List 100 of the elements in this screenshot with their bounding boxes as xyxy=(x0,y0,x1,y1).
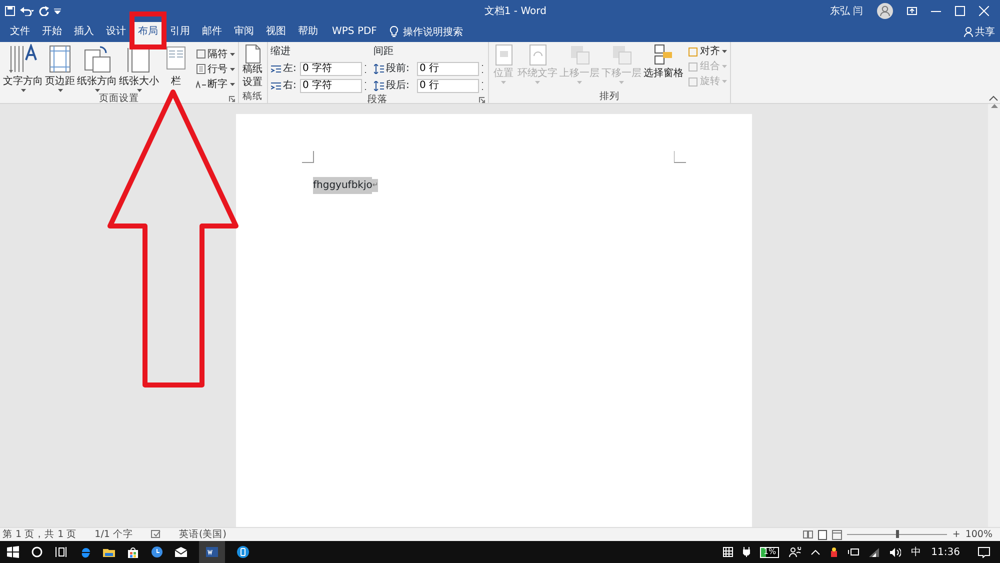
ribbon-button[interactable]: 栏 xyxy=(161,44,191,92)
folder-icon[interactable] xyxy=(103,546,115,558)
search-prompt[interactable]: 操作说明搜索 xyxy=(402,24,463,40)
corner-mark xyxy=(302,151,314,163)
caret-icon xyxy=(619,81,624,84)
phone-icon[interactable] xyxy=(237,546,249,558)
ribbon-tab[interactable]: 邮件 xyxy=(196,22,228,42)
spin-field[interactable]: 0 字符 xyxy=(300,78,362,92)
caret-icon xyxy=(501,81,506,84)
ribbon-button[interactable]: 行号 xyxy=(196,62,234,76)
vertical-scrollbar[interactable] xyxy=(988,104,1000,527)
ribbon-button[interactable]: 纸张大小 xyxy=(119,44,159,92)
volume-icon[interactable] xyxy=(890,548,902,556)
clock-time[interactable]: 11:36 xyxy=(931,544,960,560)
caret-icon xyxy=(58,89,62,92)
taskbar-button[interactable] xyxy=(199,541,225,563)
ribbon-button[interactable]: 对齐 xyxy=(688,44,727,59)
caret-icon xyxy=(136,89,142,92)
language[interactable]: 英语(美国) xyxy=(178,528,226,542)
web-layout-icon[interactable] xyxy=(832,530,842,540)
ribbon-button[interactable]: 稿纸设置 xyxy=(242,44,264,90)
avatar-icon[interactable] xyxy=(877,3,893,19)
page-count: 第 1 页，共 1 页 xyxy=(2,528,77,542)
mail-icon[interactable] xyxy=(175,546,187,558)
ribbon-button[interactable]: 页边距 xyxy=(45,44,75,92)
dialog-launcher-icon[interactable] xyxy=(478,97,484,103)
spin-field[interactable]: 0 字符 xyxy=(300,62,362,76)
input-method-indicator[interactable]: 中 xyxy=(911,544,922,560)
ribbon-icon xyxy=(8,44,38,74)
save-icon[interactable] xyxy=(5,6,15,16)
ribbon-tab[interactable]: 视图 xyxy=(260,22,292,42)
proofing-icon[interactable] xyxy=(150,530,161,539)
group-label: 段落 xyxy=(368,93,388,106)
undo-icon[interactable] xyxy=(20,6,34,16)
chevron-up-icon[interactable] xyxy=(811,550,820,554)
document-text[interactable]: fhggyufbkjo xyxy=(313,177,372,194)
section-label: 缩进 xyxy=(270,44,290,59)
spinner-icon[interactable] xyxy=(362,64,368,74)
read-mode-icon[interactable] xyxy=(803,530,814,539)
spinner-icon[interactable] xyxy=(480,64,484,74)
wifi-icon[interactable] xyxy=(869,548,880,556)
search-icon[interactable] xyxy=(31,546,43,558)
task-view-icon[interactable] xyxy=(55,546,67,558)
field-label: 段前: xyxy=(386,62,410,76)
caret-icon xyxy=(722,65,727,68)
group-label: 页面设置 xyxy=(98,92,139,105)
ribbon-display-icon[interactable] xyxy=(907,7,917,15)
keyboard-icon[interactable] xyxy=(723,547,734,557)
caret-icon xyxy=(94,89,100,92)
ribbon-tab[interactable]: 插入 xyxy=(68,22,100,42)
notification-icon[interactable] xyxy=(978,546,990,558)
caret-icon xyxy=(577,81,582,84)
people-icon[interactable] xyxy=(789,547,802,557)
share-button[interactable]: 共享 xyxy=(975,24,995,40)
ribbon-tab[interactable]: 开始 xyxy=(36,22,68,42)
group-label: 排列 xyxy=(599,90,620,103)
app-tray-icon[interactable] xyxy=(830,547,838,557)
ribbon-tab[interactable]: 帮助 xyxy=(292,22,324,42)
spin-field[interactable]: 0 行 xyxy=(416,78,478,92)
print-layout-icon[interactable] xyxy=(818,530,828,540)
word-icon[interactable] xyxy=(206,546,218,558)
spinner-icon[interactable] xyxy=(480,80,484,90)
window-title: 文档1 - Word xyxy=(483,4,548,18)
browser-icon[interactable] xyxy=(79,546,91,558)
caret-icon xyxy=(535,81,540,84)
group-label: 稿纸 xyxy=(242,90,262,103)
ribbon-tab[interactable]: 引用 xyxy=(164,22,196,42)
dialog-launcher-icon[interactable] xyxy=(228,96,234,102)
zoom-level[interactable]: 100% xyxy=(965,528,992,542)
device-icon[interactable] xyxy=(848,548,860,556)
maximize-icon[interactable] xyxy=(955,6,965,16)
zoom-in-button[interactable]: + xyxy=(952,528,960,542)
ribbon-button[interactable]: 断字 xyxy=(196,76,234,92)
section-label: 间距 xyxy=(374,45,394,59)
ribbon-button[interactable]: 纸张方向 xyxy=(77,44,117,92)
ribbon-tab[interactable]: WPS PDF xyxy=(324,22,385,42)
ribbon-tab[interactable]: 审阅 xyxy=(228,22,260,42)
spinner-icon[interactable] xyxy=(362,80,368,90)
start-icon[interactable] xyxy=(7,546,19,558)
collapse-ribbon-icon[interactable] xyxy=(988,94,998,100)
person-icon xyxy=(964,27,972,37)
store-icon[interactable] xyxy=(127,546,139,558)
ribbon-icon xyxy=(196,79,206,89)
spacing-icon xyxy=(374,64,384,74)
ribbon-tab[interactable]: 设计 xyxy=(100,22,132,42)
ribbon-button[interactable]: 文字方向 xyxy=(3,44,43,92)
redo-icon[interactable] xyxy=(39,6,49,16)
zoom-slider-thumb[interactable] xyxy=(896,530,899,538)
caret-icon xyxy=(722,50,727,53)
ribbon-button[interactable]: 隔符 xyxy=(196,46,234,62)
ribbon-icon xyxy=(196,49,206,59)
customize-icon[interactable] xyxy=(54,8,61,14)
field-label: 左: xyxy=(283,62,297,76)
ribbon-button[interactable]: 选择窗格 xyxy=(644,44,684,90)
clock-icon[interactable] xyxy=(151,546,163,558)
ribbon-tab[interactable]: 文件 xyxy=(4,22,36,42)
corner-mark xyxy=(674,151,686,163)
caret-icon xyxy=(230,52,234,56)
spin-field[interactable]: 0 行 xyxy=(416,62,478,76)
close-icon[interactable] xyxy=(979,6,989,16)
